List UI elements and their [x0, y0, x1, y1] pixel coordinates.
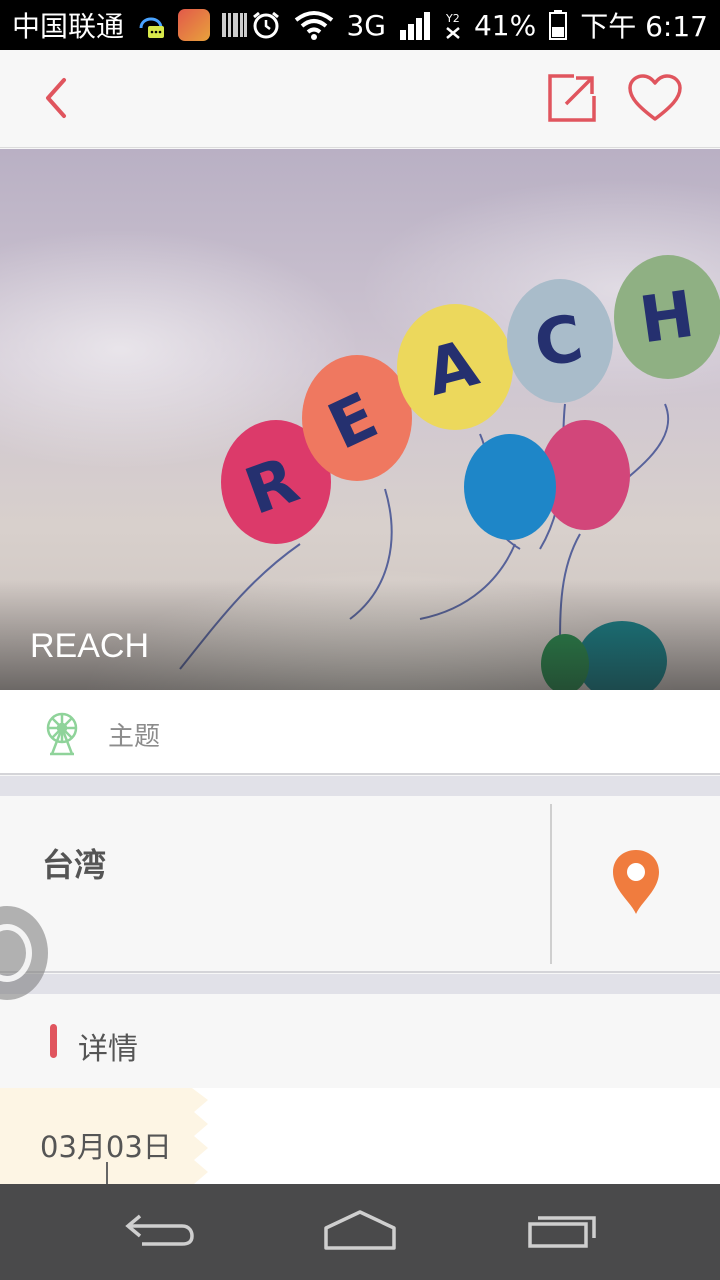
section-divider: [0, 776, 720, 796]
nav-recents-icon: [526, 1210, 598, 1254]
status-bar: 中国联通 3G Y2 41% 下午 6:17: [0, 0, 720, 50]
wifi-icon: [294, 10, 334, 40]
ferris-wheel-icon: [38, 708, 86, 756]
navigation-bar: [0, 1184, 720, 1280]
balloon-letter: H: [635, 278, 698, 359]
share-button[interactable]: [544, 72, 600, 128]
nav-home-icon: [322, 1208, 398, 1256]
date-label: 03月03日: [40, 1130, 172, 1164]
alarm-icon: [250, 9, 282, 41]
clock-label: 下午 6:17: [580, 10, 708, 43]
location-card: 台湾: [0, 796, 720, 973]
svg-text:Y2: Y2: [445, 12, 460, 25]
map-pin-icon: [611, 848, 661, 920]
signal-icon: [398, 10, 432, 40]
heart-icon: [627, 73, 683, 127]
battery-label: 41%: [473, 8, 537, 42]
app-notification-icon: [178, 9, 211, 41]
theme-row[interactable]: 主题: [0, 690, 720, 775]
no-signal-icon: Y2: [444, 10, 462, 40]
assistant-icon: [134, 8, 168, 42]
assistive-touch-ring: [0, 924, 32, 982]
chevron-left-icon: [38, 74, 78, 126]
timeline: 03月03日: [0, 1088, 720, 1184]
details-label: 详情: [78, 1032, 138, 1067]
hero-image: R E A C H REACH: [0, 149, 720, 690]
back-button[interactable]: [30, 72, 86, 128]
map-location-button[interactable]: [600, 848, 672, 920]
location-name: 台湾: [42, 846, 107, 884]
favorite-button[interactable]: [624, 72, 686, 128]
date-tag[interactable]: 03月03日: [0, 1088, 210, 1184]
nav-back-button[interactable]: [115, 1202, 205, 1262]
timeline-line: [106, 1162, 108, 1184]
carrier-label: 中国联通: [12, 10, 125, 43]
theme-label: 主题: [108, 722, 161, 752]
section-divider: [0, 974, 720, 994]
battery-icon: [548, 9, 568, 41]
details-header: 详情: [0, 994, 720, 1088]
accent-bar: [50, 1024, 57, 1058]
network-type-label: 3G: [346, 8, 386, 42]
barcode-icon: [220, 10, 248, 40]
nav-back-icon: [124, 1210, 196, 1254]
app-bar: [0, 50, 720, 148]
hero-title: REACH: [30, 627, 150, 665]
vertical-divider: [550, 804, 552, 964]
nav-recents-button[interactable]: [517, 1202, 607, 1262]
external-link-icon: [546, 72, 598, 128]
nav-home-button[interactable]: [315, 1202, 405, 1262]
